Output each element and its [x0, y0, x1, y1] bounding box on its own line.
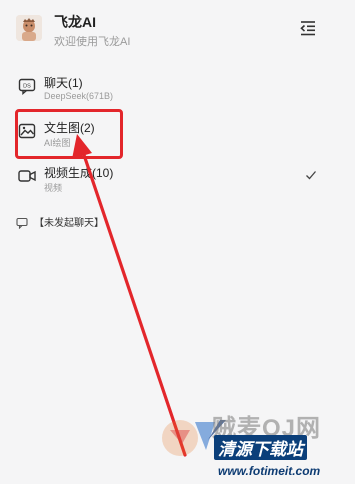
svg-text:DS: DS	[23, 83, 31, 89]
watermark-url: www.fotimeit.com	[218, 464, 321, 478]
menu-item-chat[interactable]: DS 聊天(1) DeepSeek(671B)	[0, 70, 355, 110]
menu-item-subtitle: DeepSeek(671B)	[44, 91, 114, 101]
avatar	[16, 15, 42, 41]
annotation-highlight-box	[15, 109, 123, 159]
menu-item-title: 聊天(1)	[44, 76, 83, 90]
checkmark-icon	[305, 168, 317, 180]
video-camera-icon	[18, 167, 36, 185]
watermark-brand: 清源下载站	[214, 435, 307, 460]
collapse-sidebar-icon[interactable]	[299, 19, 317, 37]
app-header: 飞龙AI 欢迎使用飞龙AI	[0, 0, 355, 58]
chat-bubble-icon: DS	[18, 77, 36, 96]
new-chat-entry[interactable]: 【未发起聊天】	[0, 211, 200, 233]
new-chat-label: 【未发起聊天】	[34, 218, 104, 229]
message-icon	[16, 216, 28, 230]
menu-item-subtitle: 视频	[44, 183, 63, 193]
menu-item-title: 视频生成(10)	[44, 166, 114, 180]
app-title: 飞龙AI	[54, 14, 96, 30]
menu-item-video-generation[interactable]: 视频生成(10) 视频	[0, 160, 355, 200]
app-subtitle: 欢迎使用飞龙AI	[54, 36, 131, 48]
